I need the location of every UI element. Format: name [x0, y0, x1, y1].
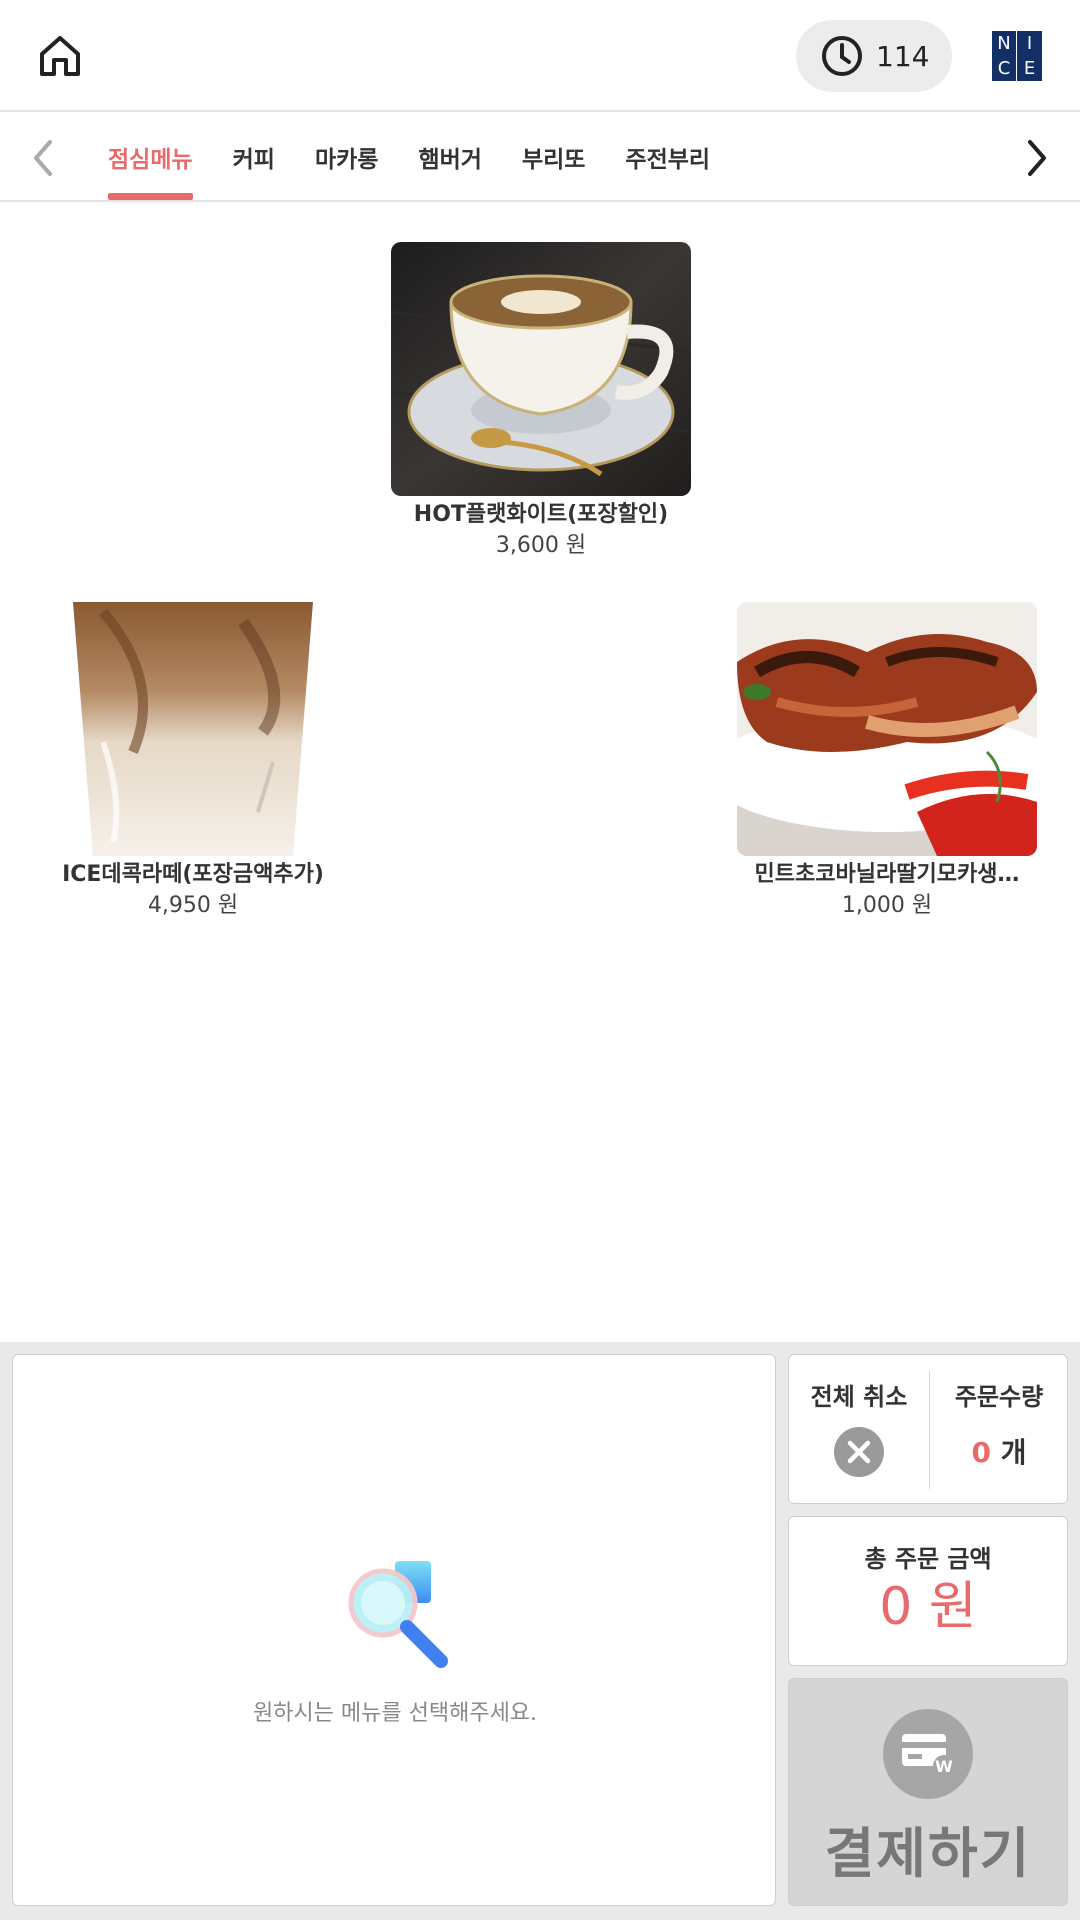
total-label: 총 주문 금액 [864, 1545, 992, 1573]
menu-grid: HOT플랫화이트(포장할인) 3,600 원 ICE데콕라떼(포장금액추가) 4… [0, 204, 1080, 1342]
order-controls: 전체 취소 주문수량 0 개 [788, 1354, 1068, 1504]
menu-item-price: 4,950 원 [147, 893, 239, 918]
card-won-icon: W [883, 1709, 973, 1799]
tab-coffee[interactable]: 커피 [233, 114, 275, 200]
cancel-all-button[interactable]: 전체 취소 [789, 1355, 929, 1505]
menu-item-name: 민트초코바닐라딸기모카생… [754, 862, 1020, 887]
home-icon [40, 36, 80, 76]
menu-item[interactable]: HOT플랫화이트(포장할인) 3,600 원 [391, 242, 691, 562]
menu-item-price: 1,000 원 [841, 893, 933, 918]
tab-macaron[interactable]: 마카롱 [315, 114, 378, 200]
cancel-all-label: 전체 취소 [810, 1383, 908, 1411]
category-tabs: 점심메뉴 커피 마카롱 햄버거 부리또 주전부리 [0, 114, 1080, 202]
logo-letter: E [1023, 57, 1036, 79]
svg-text:W: W [935, 1757, 953, 1776]
session-timer: 114 [796, 20, 952, 92]
order-panel: 원하시는 메뉴를 선택해주세요. 전체 취소 주문수량 0 개 총 주문 금액 … [0, 1342, 1080, 1920]
chevron-left-icon [34, 140, 52, 176]
tab-hamburger[interactable]: 햄버거 [418, 114, 481, 200]
close-circle-icon [834, 1427, 884, 1477]
search-magnifier-icon [343, 1555, 463, 1675]
menu-item-image [737, 602, 1037, 856]
home-button[interactable] [32, 28, 88, 84]
quantity-value: 0 개 [929, 1431, 1069, 1471]
tab-snacks[interactable]: 주전부리 [625, 114, 710, 200]
quantity-unit: 개 [1000, 1436, 1027, 1469]
order-total: 총 주문 금액 0 원 [788, 1516, 1068, 1666]
menu-item-name: ICE데콕라떼(포장금액추가) [62, 862, 324, 887]
pay-label: 결제하기 [824, 1822, 1032, 1885]
tab-list: 점심메뉴 커피 마카롱 햄버거 부리또 주전부리 [108, 114, 750, 200]
total-value: 0 원 [879, 1577, 977, 1637]
cart-list: 원하시는 메뉴를 선택해주세요. [12, 1354, 776, 1906]
logo-letter: C [992, 56, 1017, 81]
timer-value: 114 [876, 39, 930, 73]
pay-button[interactable]: W 결제하기 [788, 1678, 1068, 1906]
tab-burrito[interactable]: 부리또 [522, 114, 585, 200]
tabs-prev-button[interactable] [16, 130, 72, 186]
menu-item[interactable]: ICE데콕라떼(포장금액추가) 4,950 원 [43, 602, 343, 922]
tabs-next-button[interactable] [1008, 130, 1064, 186]
menu-item-name: HOT플랫화이트(포장할인) [413, 502, 669, 527]
quantity-label: 주문수량 [954, 1383, 1044, 1411]
menu-item-price: 3,600 원 [495, 533, 587, 558]
logo-letter: N [992, 31, 1017, 56]
header: 114 N I C E [0, 0, 1080, 112]
nice-logo: N I C E [992, 31, 1042, 81]
menu-item[interactable]: 민트초코바닐라딸기모카생… 1,000 원 [737, 602, 1037, 922]
menu-item-image [43, 602, 343, 856]
cart-empty-message: 원하시는 메뉴를 선택해주세요. [252, 1701, 538, 1726]
tab-lunch-menu[interactable]: 점심메뉴 [108, 114, 193, 200]
quantity-number: 0 [971, 1436, 991, 1469]
chevron-right-icon [1028, 140, 1046, 176]
order-quantity: 주문수량 0 개 [929, 1355, 1069, 1505]
logo-letter: I [1026, 32, 1033, 54]
clock-icon [820, 34, 864, 78]
menu-item-image [391, 242, 691, 496]
